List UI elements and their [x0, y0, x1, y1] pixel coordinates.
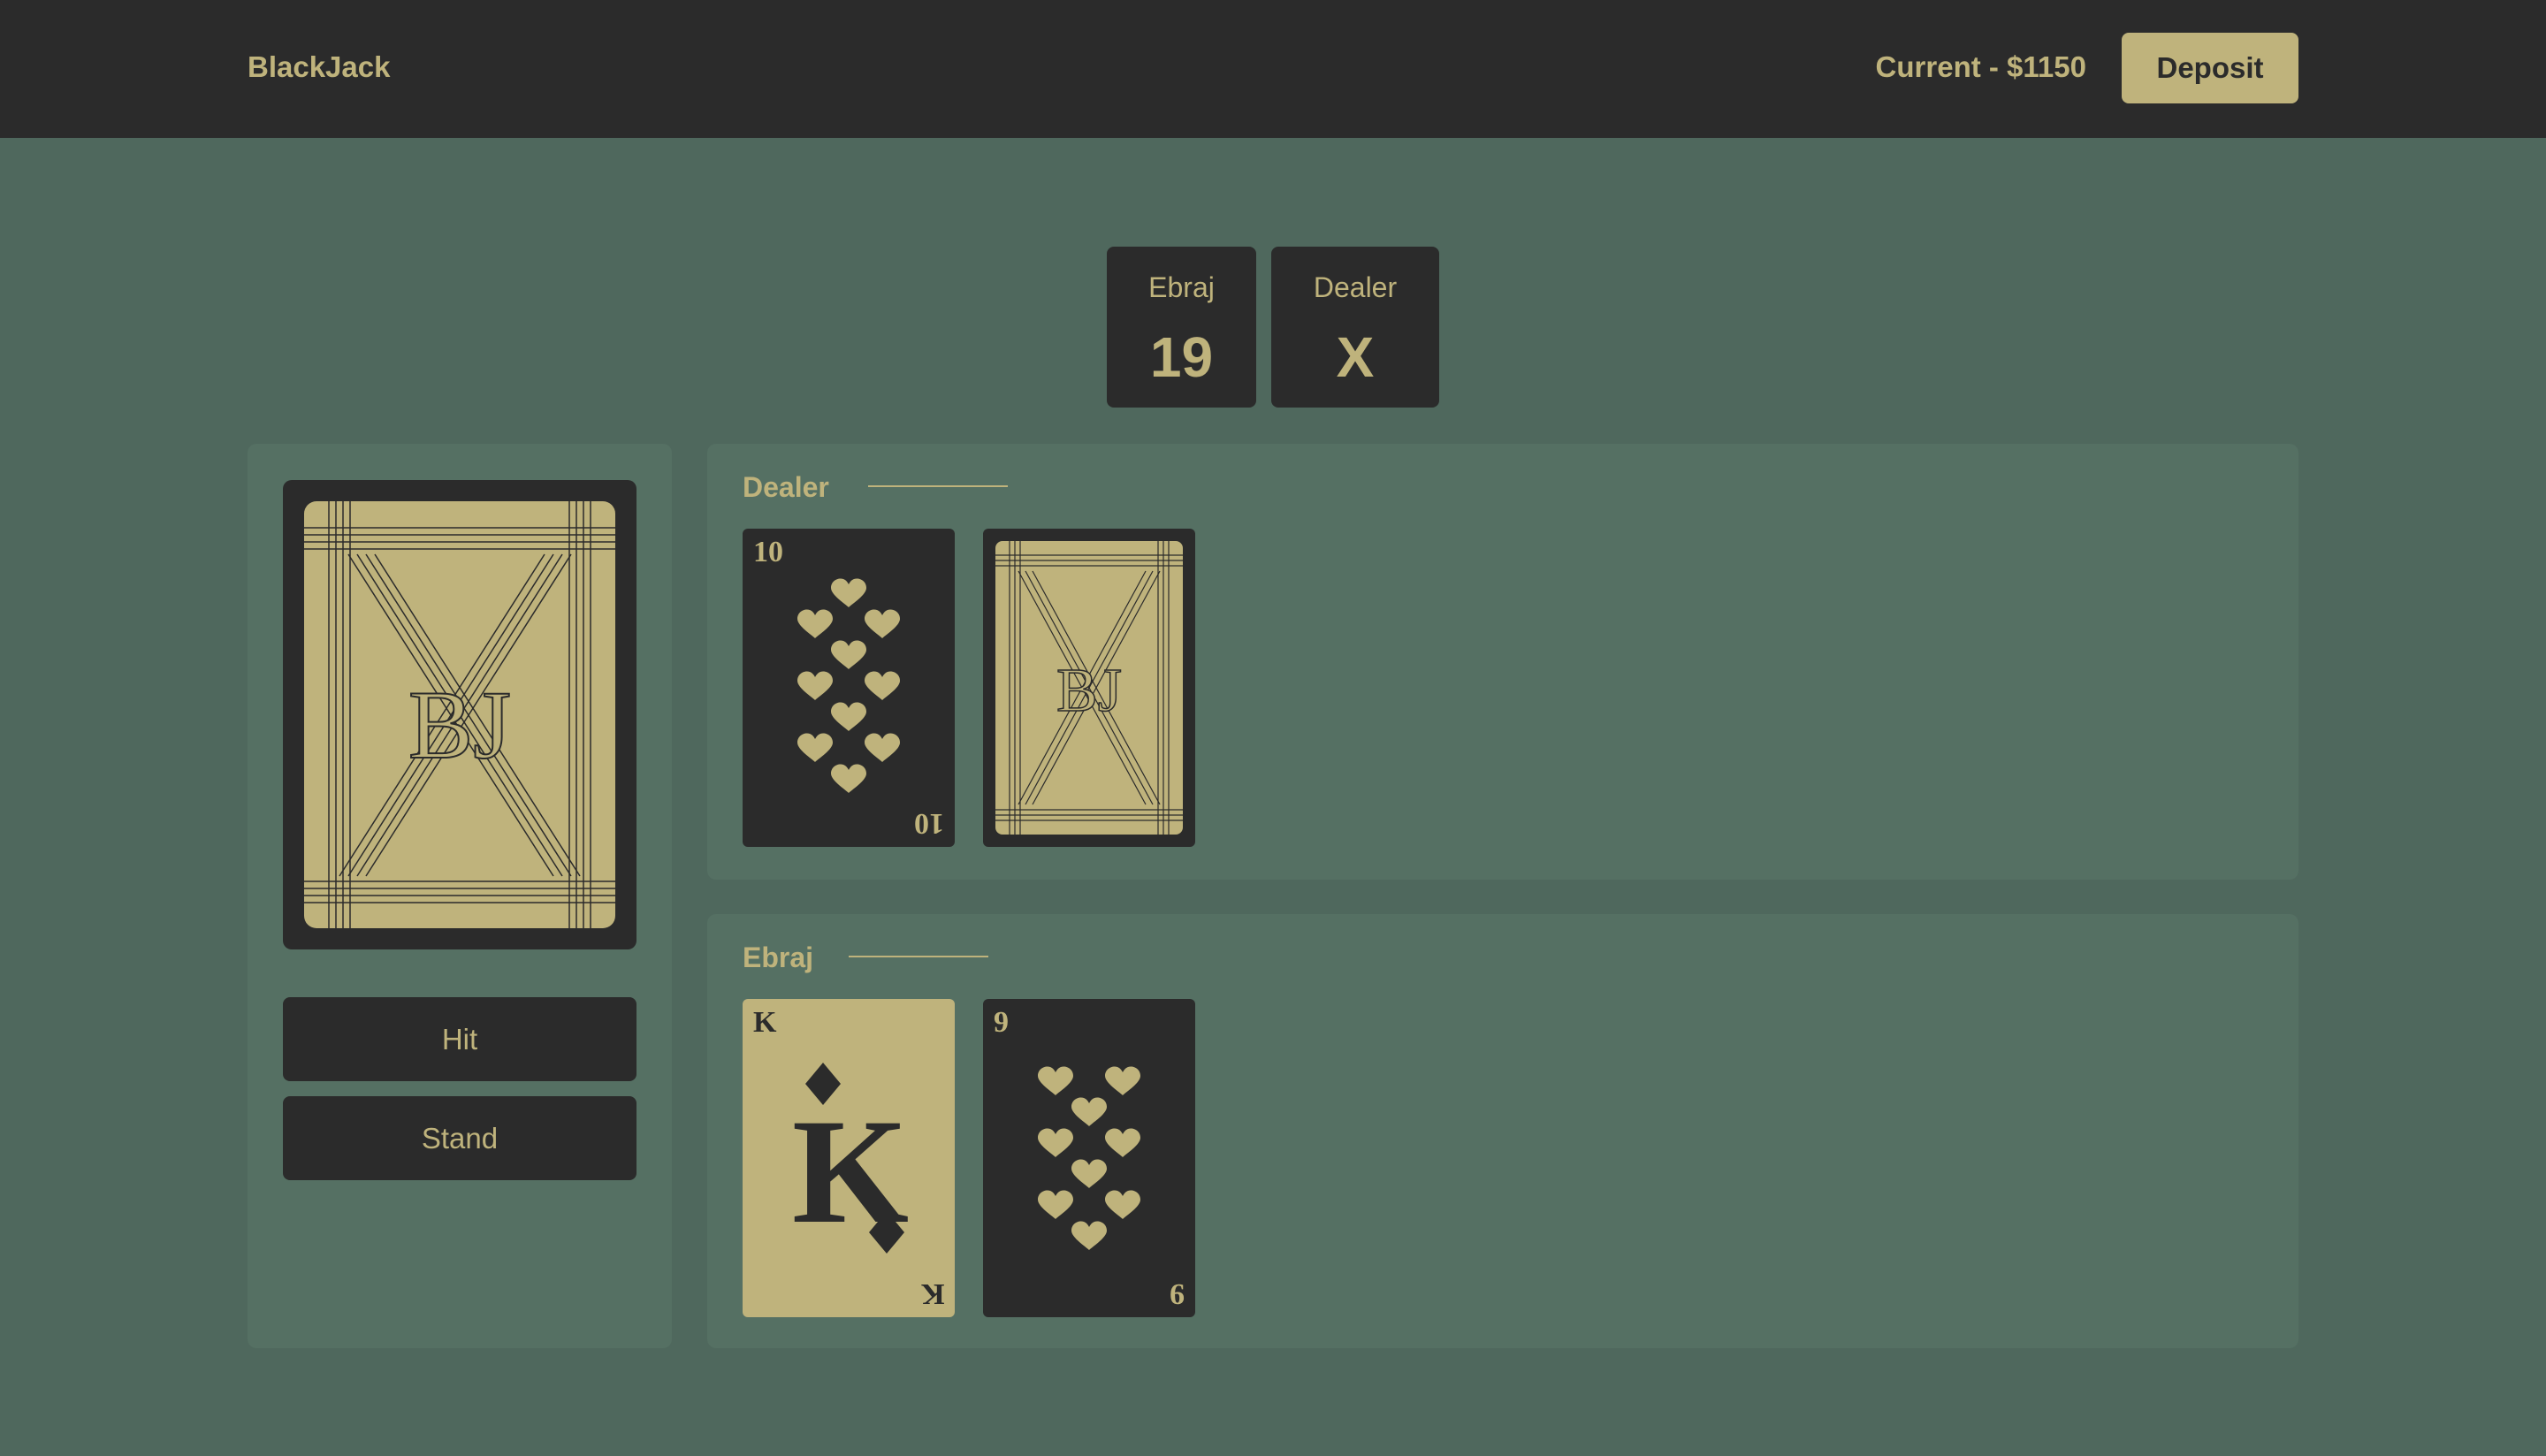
card-back-icon: BJ: [304, 501, 615, 928]
card-back-icon: BJ: [995, 541, 1183, 835]
hit-button[interactable]: Hit: [283, 997, 636, 1081]
svg-text:BJ: BJ: [1056, 657, 1122, 725]
dealer-score-label: Dealer: [1313, 271, 1398, 303]
player-score-value: 19: [1149, 325, 1214, 389]
dealer-hand-title: Dealer: [743, 471, 829, 503]
player-card-2: 9 9: [983, 999, 1195, 1317]
deposit-button[interactable]: Deposit: [2122, 33, 2298, 103]
diamond-icon: K: [792, 1063, 909, 1254]
svg-text:BJ: BJ: [408, 671, 511, 779]
top-navbar: BlackJack Current - $1150 Deposit: [0, 0, 2546, 138]
balance-display: Current - $1150: [1875, 50, 2086, 83]
dealer-score-value: X: [1336, 325, 1375, 389]
player-title-divider: [849, 956, 988, 957]
svg-text:K: K: [792, 1088, 909, 1254]
dealer-score-box: Dealer X: [1271, 247, 1439, 408]
brand-title: BlackJack: [248, 50, 391, 83]
draw-deck[interactable]: BJ: [283, 480, 636, 949]
player-score-label: Ebraj: [1148, 271, 1215, 303]
player-card-1: K K K: [743, 999, 955, 1317]
player-hand-title: Ebraj: [743, 941, 814, 973]
hearts-pips-icon: [797, 578, 900, 793]
dealer-card-1: 10 10: [743, 529, 955, 847]
hearts-pips-icon: [1038, 1066, 1140, 1250]
player-score-box: Ebraj 19: [1107, 247, 1256, 408]
dealer-card-2-facedown: BJ: [983, 529, 1195, 847]
stand-button[interactable]: Stand: [283, 1096, 636, 1180]
dealer-title-divider: [868, 485, 1008, 487]
